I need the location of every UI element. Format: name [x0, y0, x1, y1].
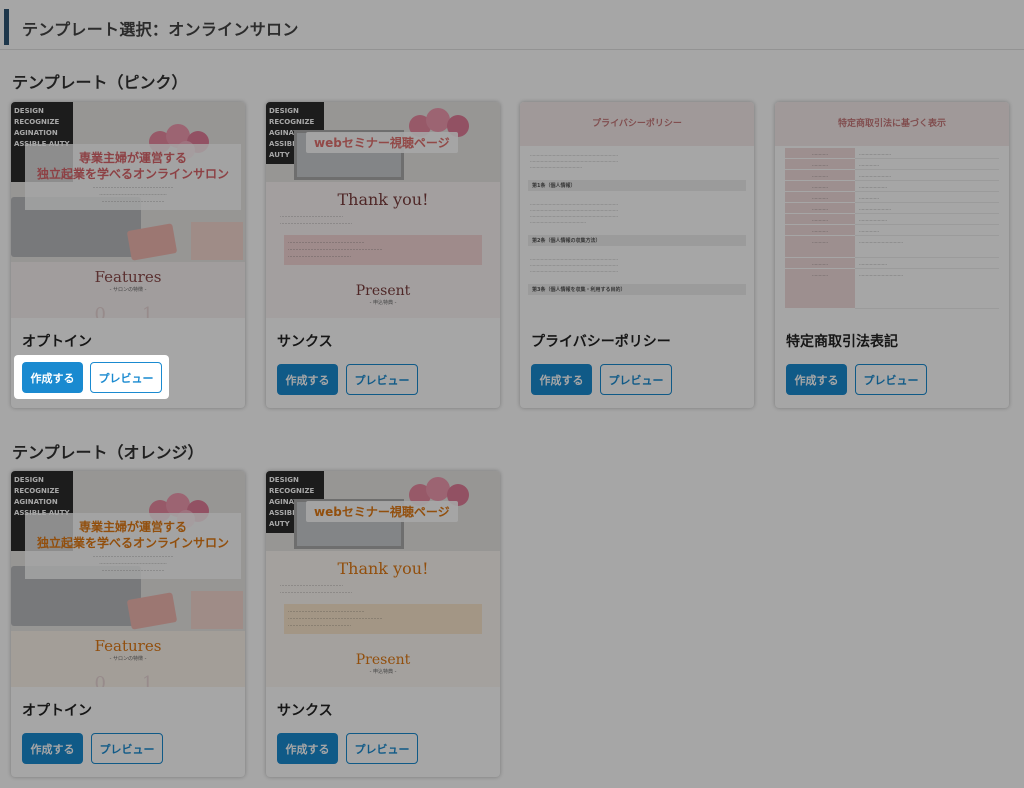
template-thumbnail[interactable]: DESIGN RECOGNIZE AGINATION ASSIBLE AUTY …	[11, 102, 245, 318]
features-block: Features - サロンの特徴 - 01 02 03	[11, 631, 245, 687]
template-name: オプトイン	[22, 334, 92, 350]
template-name: サンクス	[277, 334, 333, 350]
template-card-thanks-orange: DESIGN RECOGNIZE AGINATION ASSIBLE AUTY …	[266, 471, 500, 777]
hero-text: 専業主婦が運営する 独立起業を学べるオンラインサロン ……………………………………	[25, 144, 241, 210]
template-name: 特定商取引法表記	[786, 334, 898, 350]
preview-button[interactable]: プレビュー	[600, 364, 672, 395]
create-button[interactable]: 作成する	[22, 733, 83, 764]
thank-you-heading: Thank you!	[337, 190, 429, 209]
webinar-ribbon: webセミナー視聴ページ	[306, 501, 458, 522]
template-card-privacy-pink: プライバシーポリシー ………………………………………………………………………………	[520, 102, 754, 408]
template-name: プライバシーポリシー	[531, 334, 671, 350]
template-name: サンクス	[277, 703, 333, 719]
template-thumbnail[interactable]: DESIGN RECOGNIZE AGINATION ASSIBLE AUTY …	[11, 471, 245, 687]
hero-text: 専業主婦が運営する 独立起業を学べるオンラインサロン ……………………………………	[25, 513, 241, 579]
privacy-heading: プライバシーポリシー	[520, 102, 754, 146]
section-title-orange: テンプレート（オレンジ）	[12, 443, 204, 462]
tokusho-heading: 特定商取引法に基づく表示	[775, 102, 1009, 146]
preview-button[interactable]: プレビュー	[346, 364, 418, 395]
features-block: Features - サロンの特徴 - 01 02 03	[11, 262, 245, 318]
create-button[interactable]: 作成する	[277, 364, 338, 395]
create-button[interactable]: 作成する	[531, 364, 592, 395]
thank-you-heading: Thank you!	[337, 559, 429, 578]
page-header: テンプレート選択：オンラインサロン	[0, 0, 1024, 50]
template-card-tokusho-pink: 特定商取引法に基づく表示 ……………………………… ……………………… ……………	[775, 102, 1009, 408]
spotlight-highlight: 作成する プレビュー	[14, 355, 169, 399]
create-button[interactable]: 作成する	[22, 362, 83, 393]
section-title-pink: テンプレート（ピンク）	[12, 73, 188, 92]
preview-button[interactable]: プレビュー	[346, 733, 418, 764]
template-thumbnail[interactable]: DESIGN RECOGNIZE AGINATION ASSIBLE AUTY …	[266, 471, 500, 687]
template-thumbnail[interactable]: 特定商取引法に基づく表示 ……………………………… ……………………… ……………	[775, 102, 1009, 318]
create-button[interactable]: 作成する	[786, 364, 847, 395]
template-card-thanks-pink: DESIGN RECOGNIZE AGINATION ASSIBLE AUTY …	[266, 102, 500, 408]
webinar-ribbon: webセミナー視聴ページ	[306, 132, 458, 153]
template-thumbnail[interactable]: DESIGN RECOGNIZE AGINATION ASSIBLE AUTY …	[266, 102, 500, 318]
template-card-optin-orange: DESIGN RECOGNIZE AGINATION ASSIBLE AUTY …	[11, 471, 245, 777]
template-thumbnail[interactable]: プライバシーポリシー ………………………………………………………………………………	[520, 102, 754, 318]
preview-button[interactable]: プレビュー	[855, 364, 927, 395]
preview-button[interactable]: プレビュー	[90, 362, 162, 393]
tokusho-table: ……………………………… ……………………… ……………………………… ……………	[785, 148, 999, 309]
create-button[interactable]: 作成する	[277, 733, 338, 764]
present-heading: Present	[355, 283, 411, 299]
present-heading: Present	[355, 652, 411, 668]
page-title: テンプレート選択：オンラインサロン	[22, 20, 299, 39]
preview-button[interactable]: プレビュー	[91, 733, 163, 764]
header-accent-bar	[4, 9, 9, 45]
template-name: オプトイン	[22, 703, 92, 719]
